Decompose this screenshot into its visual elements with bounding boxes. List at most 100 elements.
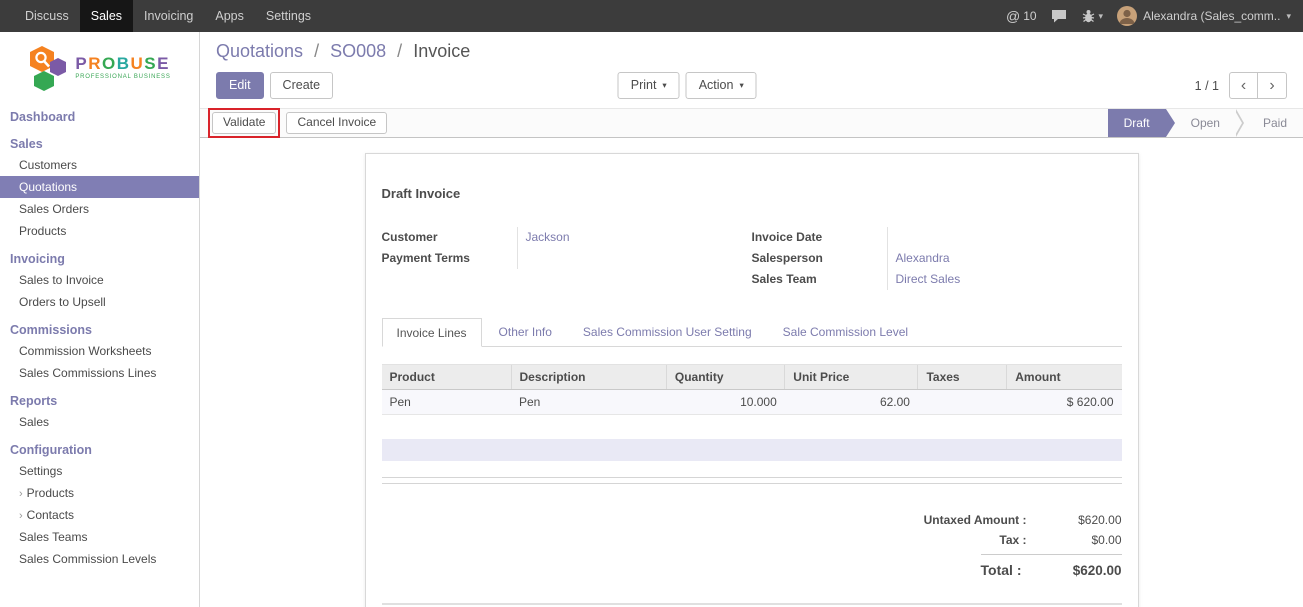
topbar-menu-apps[interactable]: Apps	[204, 0, 255, 32]
cell-quantity[interactable]: 10.000	[666, 390, 784, 415]
tab-invoice-lines[interactable]: Invoice Lines	[382, 318, 482, 347]
breadcrumb-quotations[interactable]: Quotations	[216, 41, 303, 61]
cell-description[interactable]: Pen	[511, 390, 666, 415]
sidebar-item-settings[interactable]: Settings	[0, 460, 199, 482]
sidebar-header-invoicing[interactable]: Invoicing	[0, 249, 199, 269]
pager-next-button[interactable]: ›	[1258, 72, 1287, 99]
header-quantity[interactable]: Quantity	[666, 365, 784, 390]
sidebar-section-configuration: Configuration Settings ›Products › Contac…	[0, 440, 199, 570]
topbar-menu-discuss[interactable]: Discuss	[14, 0, 80, 32]
state-paid[interactable]: Paid	[1247, 109, 1303, 137]
messages-icon[interactable]	[1051, 9, 1067, 23]
payment-terms-label: Payment Terms	[382, 248, 518, 269]
debug-menu[interactable]: ▾	[1081, 9, 1104, 23]
sidebar-item-sales-commissions-lines[interactable]: Sales Commissions Lines	[0, 362, 199, 384]
sidebar-header-reports[interactable]: Reports	[0, 391, 199, 411]
pager-previous-button[interactable]: ‹	[1229, 72, 1258, 99]
user-menu[interactable]: Alexandra (Sales_comm.. ▾	[1117, 6, 1291, 26]
customer-label: Customer	[382, 227, 518, 248]
pager-value: 1 / 1	[1195, 79, 1219, 93]
total-row: Total : $620.00	[981, 554, 1122, 581]
mentions-indicator[interactable]: @ 10	[1006, 8, 1037, 24]
sidebar-header-commissions[interactable]: Commissions	[0, 320, 199, 340]
table-row[interactable]: Pen Pen 10.000 62.00 $ 620.00	[382, 390, 1122, 415]
sidebar-item-label: Contacts	[27, 508, 74, 522]
total-label: Total :	[981, 562, 1022, 578]
sidebar-item-sales-orders[interactable]: Sales Orders	[0, 198, 199, 220]
expand-arrow-icon: ›	[19, 510, 23, 522]
breadcrumb-so008[interactable]: SO008	[330, 41, 386, 61]
main-content: Quotations / SO008 / Invoice Edit Create…	[200, 32, 1303, 607]
sidebar-item-products[interactable]: Products	[0, 220, 199, 242]
form-sheet: Draft Invoice Customer Jackson Payment T…	[365, 153, 1139, 607]
cell-product[interactable]: Pen	[382, 390, 512, 415]
sheet-bottom-separator	[382, 603, 1122, 605]
chat-bubble-icon	[1051, 9, 1067, 23]
totals-block: Untaxed Amount : $620.00 Tax : $0.00 Tot…	[382, 510, 1122, 581]
cell-amount[interactable]: $ 620.00	[1007, 390, 1122, 415]
header-amount[interactable]: Amount	[1007, 365, 1122, 390]
tax-row: Tax : $0.00	[999, 530, 1121, 550]
customer-value[interactable]: Jackson	[518, 227, 570, 248]
bug-icon	[1081, 9, 1096, 23]
untaxed-amount-label: Untaxed Amount :	[924, 513, 1027, 527]
state-draft[interactable]: Draft	[1108, 109, 1166, 137]
sidebar-header-dashboard[interactable]: Dashboard	[0, 107, 199, 127]
breadcrumb-current: Invoice	[413, 41, 470, 61]
sales-team-value[interactable]: Direct Sales	[888, 269, 961, 290]
cancel-invoice-button[interactable]: Cancel Invoice	[286, 112, 387, 134]
sidebar-item-orders-to-upsell[interactable]: Orders to Upsell	[0, 291, 199, 313]
header-product[interactable]: Product	[382, 365, 512, 390]
tab-sale-commission-level[interactable]: Sale Commission Level	[769, 318, 922, 347]
action-button[interactable]: Action ▾	[686, 72, 757, 98]
print-label: Print	[631, 77, 657, 93]
invoice-date-value	[888, 227, 896, 248]
logo-subtitle: PROFESSIONAL BUSINESS	[75, 74, 170, 80]
header-unit-price[interactable]: Unit Price	[785, 365, 918, 390]
sidebar-item-config-products[interactable]: ›Products	[0, 482, 199, 504]
state-open[interactable]: Open	[1175, 109, 1236, 137]
sidebar-header-configuration[interactable]: Configuration	[0, 440, 199, 460]
sidebar-section-commissions: Commissions Commission Worksheets Sales …	[0, 320, 199, 384]
tab-other-info[interactable]: Other Info	[485, 318, 566, 347]
create-button[interactable]: Create	[270, 72, 334, 98]
header-taxes[interactable]: Taxes	[918, 365, 1007, 390]
topbar-menu-sales[interactable]: Sales	[80, 0, 133, 32]
payment-terms-value	[518, 248, 526, 269]
sidebar-item-customers[interactable]: Customers	[0, 154, 199, 176]
sidebar-item-commission-worksheets[interactable]: Commission Worksheets	[0, 340, 199, 362]
action-label: Action	[699, 77, 734, 93]
topbar-menu-settings[interactable]: Settings	[255, 0, 322, 32]
sales-team-label: Sales Team	[752, 269, 888, 290]
mention-count: 10	[1023, 9, 1036, 23]
click-highlight-annotation: Validate	[208, 108, 280, 138]
tab-sales-commission-user-setting[interactable]: Sales Commission User Setting	[569, 318, 766, 347]
field-invoice-date: Invoice Date	[752, 227, 1122, 248]
sidebar-item-contacts[interactable]: › Contacts	[0, 504, 199, 526]
sidebar-item-sales-to-invoice[interactable]: Sales to Invoice	[0, 269, 199, 291]
topbar-right: @ 10 ▾ A	[1006, 0, 1303, 32]
validate-button[interactable]: Validate	[212, 112, 276, 134]
cell-unit-price[interactable]: 62.00	[785, 390, 918, 415]
notebook: Invoice Lines Other Info Sales Commissio…	[382, 318, 1122, 605]
sidebar-item-sales-commission-levels[interactable]: Sales Commission Levels	[0, 548, 199, 570]
field-group: Customer Jackson Payment Terms Invoice D…	[382, 227, 1122, 290]
caret-down-icon: ▾	[662, 80, 666, 91]
expand-arrow-icon: ›	[19, 488, 23, 500]
sidebar-item-quotations[interactable]: Quotations	[0, 176, 199, 198]
sidebar-item-reports-sales[interactable]: Sales	[0, 411, 199, 433]
logo-hexagons-icon	[28, 44, 68, 91]
empty-row	[382, 415, 1122, 439]
invoice-lines-table: Product Description Quantity Unit Price …	[382, 364, 1122, 461]
probuse-logo: PROBUSE PROFESSIONAL BUSINESS	[0, 32, 199, 97]
header-description[interactable]: Description	[511, 365, 666, 390]
status-steps: Draft Open Paid	[1108, 109, 1303, 137]
topbar-menu-invoicing[interactable]: Invoicing	[133, 0, 204, 32]
cell-taxes[interactable]	[918, 390, 1007, 415]
sidebar-header-sales[interactable]: Sales	[0, 134, 199, 154]
sidebar-item-sales-teams[interactable]: Sales Teams	[0, 526, 199, 548]
caret-down-icon: ▾	[1099, 11, 1104, 22]
salesperson-value[interactable]: Alexandra	[888, 248, 950, 269]
edit-button[interactable]: Edit	[216, 72, 264, 98]
print-button[interactable]: Print ▾	[618, 72, 680, 98]
